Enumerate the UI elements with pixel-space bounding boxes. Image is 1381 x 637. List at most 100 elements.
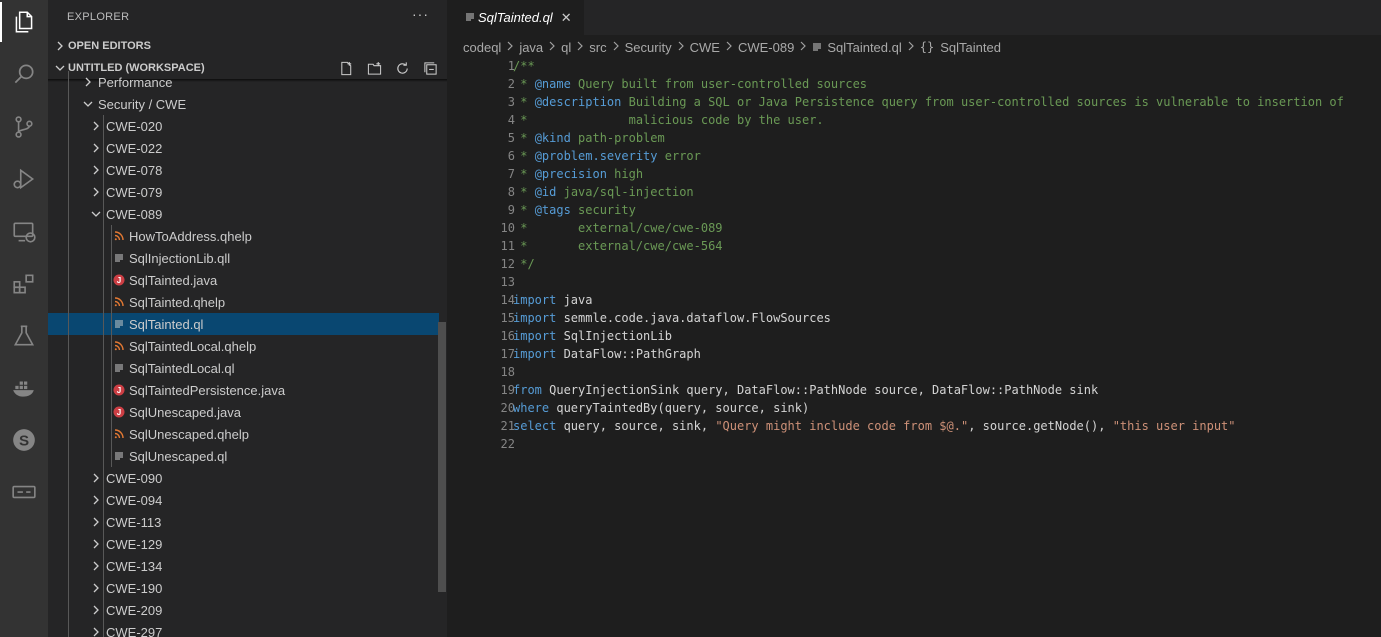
chevron-right-icon[interactable]	[90, 577, 102, 599]
tree-file[interactable]: SqlUnescaped.qhelp	[48, 423, 439, 445]
line-number: 4	[507, 113, 515, 127]
tree-item-label: CWE-022	[106, 140, 163, 156]
tree-folder[interactable]: CWE-113	[48, 511, 439, 533]
chevron-right-icon[interactable]	[90, 489, 102, 511]
tree-folder[interactable]: CWE-079	[48, 181, 439, 203]
docker-icon[interactable]	[8, 372, 40, 404]
breadcrumb-item[interactable]: ql	[561, 40, 571, 55]
indent-guide	[103, 511, 104, 533]
breadcrumb-item[interactable]: CWE	[690, 40, 720, 55]
code-token: *	[513, 95, 535, 109]
code-token: @problem.severity	[534, 149, 658, 163]
indent-guide	[103, 203, 104, 225]
open-editors-section[interactable]: OPEN EDITORS	[48, 35, 447, 57]
indent-guide	[103, 467, 104, 489]
code-text: * malicious code by the user.	[513, 113, 823, 127]
tree-folder[interactable]: CWE-209	[48, 599, 439, 621]
line-number: 11	[500, 239, 515, 253]
chevron-right-icon[interactable]	[90, 555, 102, 577]
indent-guide	[68, 555, 69, 577]
java-file-icon: J	[112, 401, 126, 423]
tree-folder[interactable]: Performance	[48, 71, 439, 93]
indent-guide	[68, 71, 69, 93]
indent-guide	[68, 511, 69, 533]
breadcrumb-item[interactable]: codeql	[463, 40, 501, 55]
tree-file[interactable]: HowToAddress.qhelp	[48, 225, 439, 247]
tree-folder[interactable]: CWE-090	[48, 467, 439, 489]
chevron-right-icon[interactable]	[90, 511, 102, 533]
line-number: 7	[507, 167, 515, 181]
sonar-icon[interactable]: S	[8, 424, 40, 456]
breadcrumb-item[interactable]: Security	[625, 40, 672, 55]
code-token: error	[657, 149, 701, 163]
tree-folder[interactable]: CWE-094	[48, 489, 439, 511]
chevron-right-icon[interactable]	[90, 159, 102, 181]
files-icon[interactable]	[8, 6, 40, 38]
open-editors-label: OPEN EDITORS	[68, 40, 151, 52]
code-token: high	[606, 167, 644, 181]
code-text: * @precision high	[513, 167, 643, 181]
code-text: where queryTaintedBy(query, source, sink…	[513, 401, 809, 415]
code-text: from QueryInjectionSink query, DataFlow:…	[513, 383, 1098, 397]
chevron-right-icon[interactable]	[90, 467, 102, 489]
code-line: 1/**	[447, 57, 1381, 75]
source-control-icon[interactable]	[8, 111, 40, 143]
tree-file[interactable]: SqlTainted.ql	[48, 313, 439, 335]
indent-guide	[68, 247, 69, 269]
tree-file[interactable]: SqlUnescaped.ql	[48, 445, 439, 467]
chevron-right-icon[interactable]	[90, 621, 102, 637]
remote-explorer-icon[interactable]	[8, 216, 40, 248]
code-token: semmle.code.java.dataflow.FlowSources	[556, 311, 831, 325]
breadcrumb-item[interactable]: CWE-089	[738, 40, 794, 55]
chevron-right-icon[interactable]	[90, 115, 102, 137]
chevron-right-icon	[677, 41, 685, 54]
chevron-right-icon[interactable]	[90, 181, 102, 203]
code-token: "this user input"	[1112, 419, 1236, 433]
sidebar-scrollbar[interactable]	[438, 322, 446, 592]
indent-guide	[68, 577, 69, 599]
codeql-icon[interactable]	[8, 476, 40, 508]
breadcrumb-item[interactable]: java	[519, 40, 543, 55]
tree-folder[interactable]: CWE-134	[48, 555, 439, 577]
tree-file[interactable]: J SqlTaintedPersistence.java	[48, 379, 439, 401]
tree-file[interactable]: J SqlTainted.java	[48, 269, 439, 291]
tree-folder[interactable]: CWE-297	[48, 621, 439, 637]
close-icon[interactable]: ✕	[561, 10, 572, 26]
extensions-icon[interactable]	[8, 268, 40, 300]
more-actions-icon[interactable]: ···	[412, 6, 429, 22]
search-icon[interactable]	[8, 58, 40, 90]
line-number: 13	[500, 275, 515, 289]
tree-folder[interactable]: Security / CWE	[48, 93, 439, 115]
tree-folder[interactable]: CWE-020	[48, 115, 439, 137]
breadcrumb-item[interactable]: SqlTainted.ql	[827, 40, 901, 55]
breadcrumb-item[interactable]: src	[589, 40, 606, 55]
code-token: */	[513, 257, 535, 271]
tree-folder[interactable]: CWE-078	[48, 159, 439, 181]
chevron-down-icon[interactable]	[82, 93, 94, 115]
tree-file[interactable]: J SqlUnescaped.java	[48, 401, 439, 423]
tree-folder[interactable]: CWE-190	[48, 577, 439, 599]
testing-icon[interactable]	[8, 320, 40, 352]
chevron-right-icon[interactable]	[90, 137, 102, 159]
chevron-down-icon[interactable]	[90, 203, 102, 225]
tree-file[interactable]: SqlTainted.qhelp	[48, 291, 439, 313]
chevron-right-icon[interactable]	[82, 71, 94, 93]
tree-file[interactable]: SqlInjectionLib.qll	[48, 247, 439, 269]
tab-sqltainted-ql[interactable]: SqlTainted.ql ✕	[447, 0, 584, 35]
tree-folder[interactable]: CWE-022	[48, 137, 439, 159]
run-debug-icon[interactable]	[8, 163, 40, 195]
code-token: *	[513, 149, 535, 163]
code-text: * external/cwe/cwe-564	[513, 239, 722, 253]
tree-folder[interactable]: CWE-089	[48, 203, 439, 225]
code-token: @tags	[534, 203, 571, 217]
chevron-right-icon[interactable]	[90, 533, 102, 555]
breadcrumb-item[interactable]: SqlTainted	[940, 40, 1001, 55]
code-token: "Query might include code from $@."	[715, 419, 969, 433]
tree-file[interactable]: SqlTaintedLocal.qhelp	[48, 335, 439, 357]
indent-guide	[68, 93, 69, 115]
code-token: import	[513, 311, 557, 325]
tree-file[interactable]: SqlTaintedLocal.ql	[48, 357, 439, 379]
tree-folder[interactable]: CWE-129	[48, 533, 439, 555]
chevron-right-icon[interactable]	[90, 599, 102, 621]
text-file-icon	[112, 357, 126, 379]
